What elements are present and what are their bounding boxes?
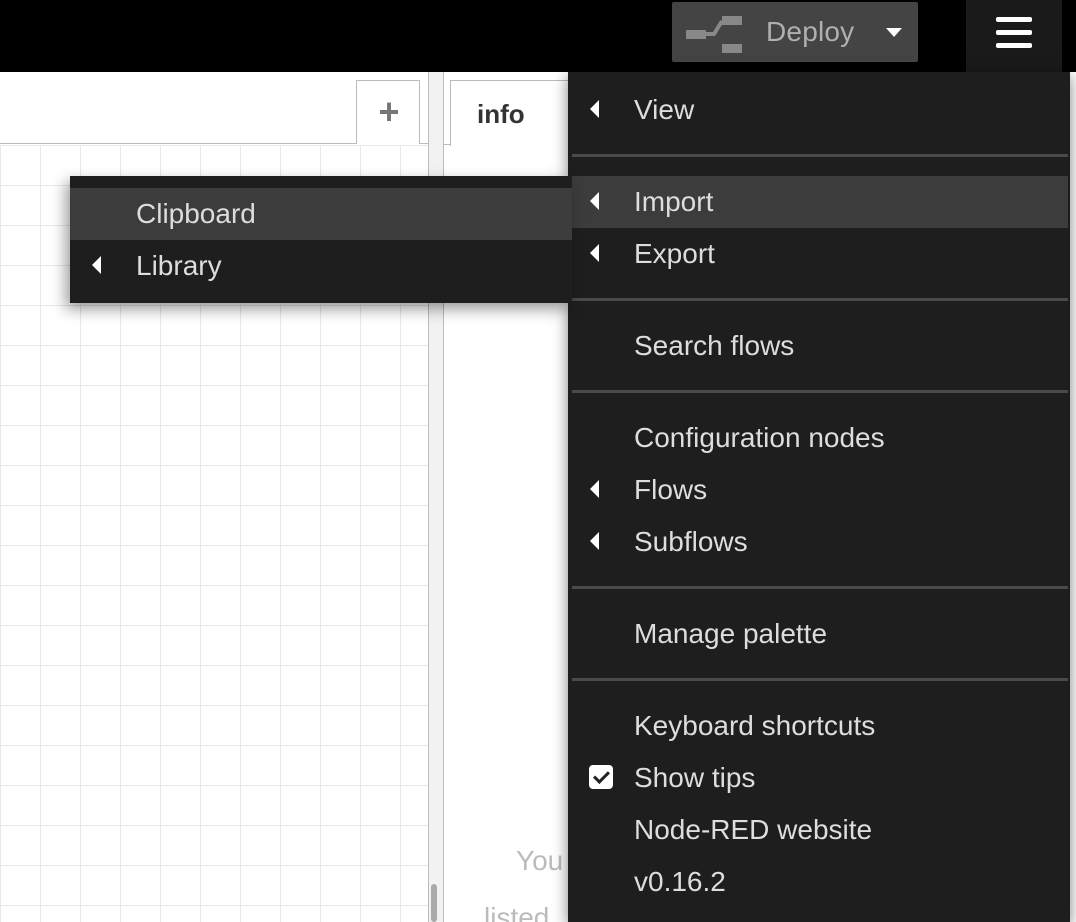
import-submenu: Clipboard Library <box>70 176 572 303</box>
menu-item-show-tips[interactable]: Show tips <box>572 752 1068 804</box>
caret-left-icon <box>590 192 599 210</box>
workspace-tab-bar: + <box>0 72 428 144</box>
deploy-label: Deploy <box>766 16 855 47</box>
menu-item-configuration-nodes[interactable]: Configuration nodes <box>572 412 1068 464</box>
version-label: v0.16.2 <box>634 866 726 897</box>
caret-left-icon <box>590 532 599 550</box>
menu-item-label: Subflows <box>634 526 748 557</box>
menu-item-flows[interactable]: Flows <box>572 464 1068 516</box>
hamburger-icon <box>996 17 1032 22</box>
caret-left-icon <box>92 256 101 274</box>
sidebar-info-text: listed <box>484 902 550 922</box>
menu-item-label: Export <box>634 238 715 269</box>
add-flow-tab-button[interactable]: + <box>356 80 420 144</box>
menu-item-manage-palette[interactable]: Manage palette <box>572 608 1068 660</box>
caret-left-icon <box>590 480 599 498</box>
menu-item-keyboard-shortcuts[interactable]: Keyboard shortcuts <box>572 700 1068 752</box>
menu-item-label: Search flows <box>634 330 795 361</box>
menu-item-label: Import <box>634 186 714 217</box>
caret-left-icon <box>590 244 599 262</box>
hamburger-icon-bar <box>996 30 1032 35</box>
deploy-flow-icon <box>686 16 742 53</box>
menu-item-search-flows[interactable]: Search flows <box>572 320 1068 372</box>
menu-item-label: Show tips <box>634 762 756 793</box>
menu-item-subflows[interactable]: Subflows <box>572 516 1068 568</box>
caret-left-icon <box>590 100 599 118</box>
menu-item-label: Manage palette <box>634 618 828 649</box>
submenu-item-clipboard[interactable]: Clipboard <box>70 188 572 240</box>
submenu-item-label: Library <box>136 250 222 281</box>
main-menu-dropdown: View Import Export Search flows Configur… <box>568 72 1070 922</box>
menu-divider <box>572 154 1068 157</box>
menu-item-label: Node-RED website <box>634 814 873 845</box>
menu-item-import[interactable]: Import <box>572 176 1068 228</box>
menu-item-label: Flows <box>634 474 708 505</box>
tab-info[interactable]: info <box>450 80 570 146</box>
checkbox-checked-icon[interactable] <box>589 765 613 789</box>
header-bar: Deploy <box>0 0 1076 72</box>
tab-info-label: info <box>477 99 525 129</box>
menu-item-label: View <box>634 94 695 125</box>
hamburger-icon-bar <box>996 43 1032 48</box>
submenu-item-label: Clipboard <box>136 198 256 229</box>
menu-divider <box>572 298 1068 301</box>
main-menu-button[interactable] <box>966 0 1062 72</box>
sidebar-info-text: You <box>516 845 564 876</box>
menu-item-node-red-website[interactable]: Node-RED website <box>572 804 1068 856</box>
menu-divider <box>572 586 1068 589</box>
menu-item-label: Keyboard shortcuts <box>634 710 876 741</box>
menu-divider <box>572 390 1068 393</box>
plus-icon: + <box>378 91 400 132</box>
submenu-item-library[interactable]: Library <box>70 240 572 292</box>
menu-item-version: v0.16.2 <box>572 856 1068 908</box>
scrollbar[interactable] <box>431 884 437 922</box>
menu-item-export[interactable]: Export <box>572 228 1068 280</box>
deploy-button[interactable]: Deploy <box>672 2 918 62</box>
menu-item-label: Configuration nodes <box>634 422 885 453</box>
menu-item-view[interactable]: View <box>572 84 1068 136</box>
caret-down-icon[interactable] <box>886 28 902 37</box>
menu-divider <box>572 678 1068 681</box>
